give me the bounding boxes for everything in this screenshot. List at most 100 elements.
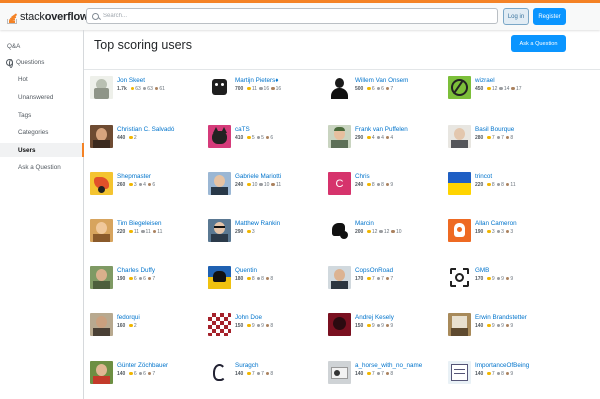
user-card[interactable]: Günter Zöchbauer 140 6 6 7 <box>90 361 208 387</box>
user-card[interactable]: CopsOnRoad 170 7 7 7 <box>328 266 446 292</box>
user-card[interactable]: Charles Duffy 190 6 6 7 <box>90 266 208 292</box>
user-card[interactable]: Christian C. Salvadó 440 2 <box>90 125 208 151</box>
avatar[interactable] <box>208 361 231 384</box>
search-input[interactable] <box>103 13 483 19</box>
sidebar-item-qa[interactable]: Q&A <box>0 39 84 53</box>
sidebar-item-tags[interactable]: Tags <box>0 108 84 122</box>
user-name-link[interactable]: Matthew Rankin <box>235 220 280 227</box>
sidebar-item-categories[interactable]: Categories <box>0 125 84 139</box>
user-name-link[interactable]: Willem Van Onsem <box>355 77 408 84</box>
user-name-link[interactable]: trincot <box>475 173 492 180</box>
avatar[interactable] <box>328 266 351 289</box>
user-name-link[interactable]: fedorqui <box>117 314 140 321</box>
user-name-link[interactable]: Andrej Kesely <box>355 314 394 321</box>
avatar[interactable] <box>90 76 113 99</box>
silver-badge-icon <box>376 276 381 281</box>
user-name-link[interactable]: Basil Bourque <box>475 126 514 133</box>
user-name-link[interactable]: Jon Skeet <box>117 77 145 84</box>
user-name-link[interactable]: ImportanceOfBeing <box>475 362 529 369</box>
user-card[interactable]: Frank van Puffelen 290 4 4 4 <box>328 125 446 151</box>
ask-question-button[interactable]: Ask a Question <box>511 35 566 52</box>
sidebar-item-ask-question[interactable]: Ask a Question <box>0 160 84 174</box>
user-name-link[interactable]: Chris <box>355 173 370 180</box>
user-name-link[interactable]: Günter Zöchbauer <box>117 362 168 369</box>
user-name-link[interactable]: a_horse_with_no_name <box>355 362 422 369</box>
user-name-link[interactable]: Allan Cameron <box>475 220 517 227</box>
user-card[interactable]: fedorqui 160 2 <box>90 313 208 339</box>
user-card[interactable]: Willem Van Onsem 500 6 6 7 <box>328 76 446 102</box>
avatar[interactable] <box>90 361 113 384</box>
avatar[interactable] <box>448 313 471 336</box>
user-card[interactable]: Gabriele Mariotti 240 10 10 11 <box>208 172 326 198</box>
avatar[interactable] <box>328 313 351 336</box>
user-card[interactable]: Jon Skeet 1.7k 63 63 61 <box>90 76 208 102</box>
left-sidebar: Q&A Questions Hot Unanswered Tags Catego… <box>0 30 84 399</box>
user-card[interactable]: Quentin 180 8 8 8 <box>208 266 326 292</box>
user-card[interactable]: GMB 170 9 9 9 <box>448 266 566 292</box>
user-card[interactable]: Tim Biegeleisen 220 11 11 11 <box>90 219 208 245</box>
user-card[interactable]: Shepmaster 260 3 4 6 <box>90 172 208 198</box>
login-button[interactable]: Log in <box>503 8 529 25</box>
avatar[interactable] <box>90 313 113 336</box>
avatar[interactable] <box>448 219 471 242</box>
user-card[interactable]: ImportanceOfBeing 140 7 8 9 <box>448 361 566 387</box>
avatar[interactable] <box>328 76 351 99</box>
user-card[interactable]: C Chris 240 8 8 9 <box>328 172 446 198</box>
avatar[interactable] <box>90 172 113 195</box>
user-name-link[interactable]: wizrael <box>475 77 495 84</box>
avatar[interactable] <box>208 219 231 242</box>
user-card[interactable]: trincot 220 8 8 11 <box>448 172 566 198</box>
user-name-link[interactable]: CopsOnRoad <box>355 267 393 274</box>
user-name-link[interactable]: Charles Duffy <box>117 267 155 274</box>
avatar[interactable] <box>208 76 231 99</box>
user-name-link[interactable]: John Doe <box>235 314 262 321</box>
avatar[interactable] <box>208 266 231 289</box>
user-card[interactable]: Martijn Pieters♦ 700 11 16 16 <box>208 76 326 102</box>
search-box[interactable] <box>86 8 498 24</box>
avatar[interactable] <box>90 219 113 242</box>
avatar[interactable]: C <box>328 172 351 195</box>
user-name-link[interactable]: Christian C. Salvadó <box>117 126 174 133</box>
user-card[interactable]: Erwin Brandstetter 140 9 9 9 <box>448 313 566 339</box>
avatar[interactable] <box>208 125 231 148</box>
user-card[interactable]: wizrael 450 12 14 17 <box>448 76 566 102</box>
avatar[interactable] <box>448 361 471 384</box>
avatar[interactable] <box>208 313 231 336</box>
avatar[interactable] <box>448 76 471 99</box>
user-name-link[interactable]: caTS <box>235 126 250 133</box>
stackoverflow-logo[interactable]: stackoverflow <box>6 9 89 25</box>
avatar[interactable] <box>208 172 231 195</box>
user-card[interactable]: Allan Cameron 190 3 3 3 <box>448 219 566 245</box>
user-name-link[interactable]: Martijn Pieters♦ <box>235 77 278 84</box>
avatar[interactable] <box>448 172 471 195</box>
avatar[interactable] <box>328 125 351 148</box>
user-name-link[interactable]: Tim Biegeleisen <box>117 220 162 227</box>
avatar[interactable] <box>328 219 351 242</box>
register-button[interactable]: Register <box>533 8 566 25</box>
avatar[interactable] <box>448 266 471 289</box>
user-name-link[interactable]: GMB <box>475 267 489 274</box>
avatar[interactable] <box>328 361 351 384</box>
sidebar-item-questions[interactable]: Questions <box>0 55 84 69</box>
user-card[interactable]: Marcin 200 12 12 10 <box>328 219 446 245</box>
user-card[interactable]: caTS 410 5 5 6 <box>208 125 326 151</box>
user-card[interactable]: a_horse_with_no_name 140 7 7 8 <box>328 361 446 387</box>
avatar[interactable] <box>448 125 471 148</box>
avatar[interactable] <box>90 266 113 289</box>
user-name-link[interactable]: Shepmaster <box>117 173 151 180</box>
user-name-link[interactable]: Erwin Brandstetter <box>475 314 527 321</box>
sidebar-item-unanswered[interactable]: Unanswered <box>0 90 84 104</box>
user-card[interactable]: Basil Bourque 280 7 7 8 <box>448 125 566 151</box>
user-card[interactable]: John Doe 150 9 9 8 <box>208 313 326 339</box>
user-name-link[interactable]: Marcin <box>355 220 374 227</box>
user-name-link[interactable]: Gabriele Mariotti <box>235 173 281 180</box>
user-card[interactable]: Suragch 140 7 7 8 <box>208 361 326 387</box>
user-name-link[interactable]: Frank van Puffelen <box>355 126 408 133</box>
avatar[interactable] <box>90 125 113 148</box>
user-card[interactable]: Andrej Kesely 150 9 9 9 <box>328 313 446 339</box>
user-name-link[interactable]: Suragch <box>235 362 258 369</box>
sidebar-item-hot[interactable]: Hot <box>0 72 84 86</box>
user-name-link[interactable]: Quentin <box>235 267 257 274</box>
sidebar-item-users[interactable]: Users <box>0 143 84 157</box>
user-card[interactable]: Matthew Rankin 290 3 <box>208 219 326 245</box>
